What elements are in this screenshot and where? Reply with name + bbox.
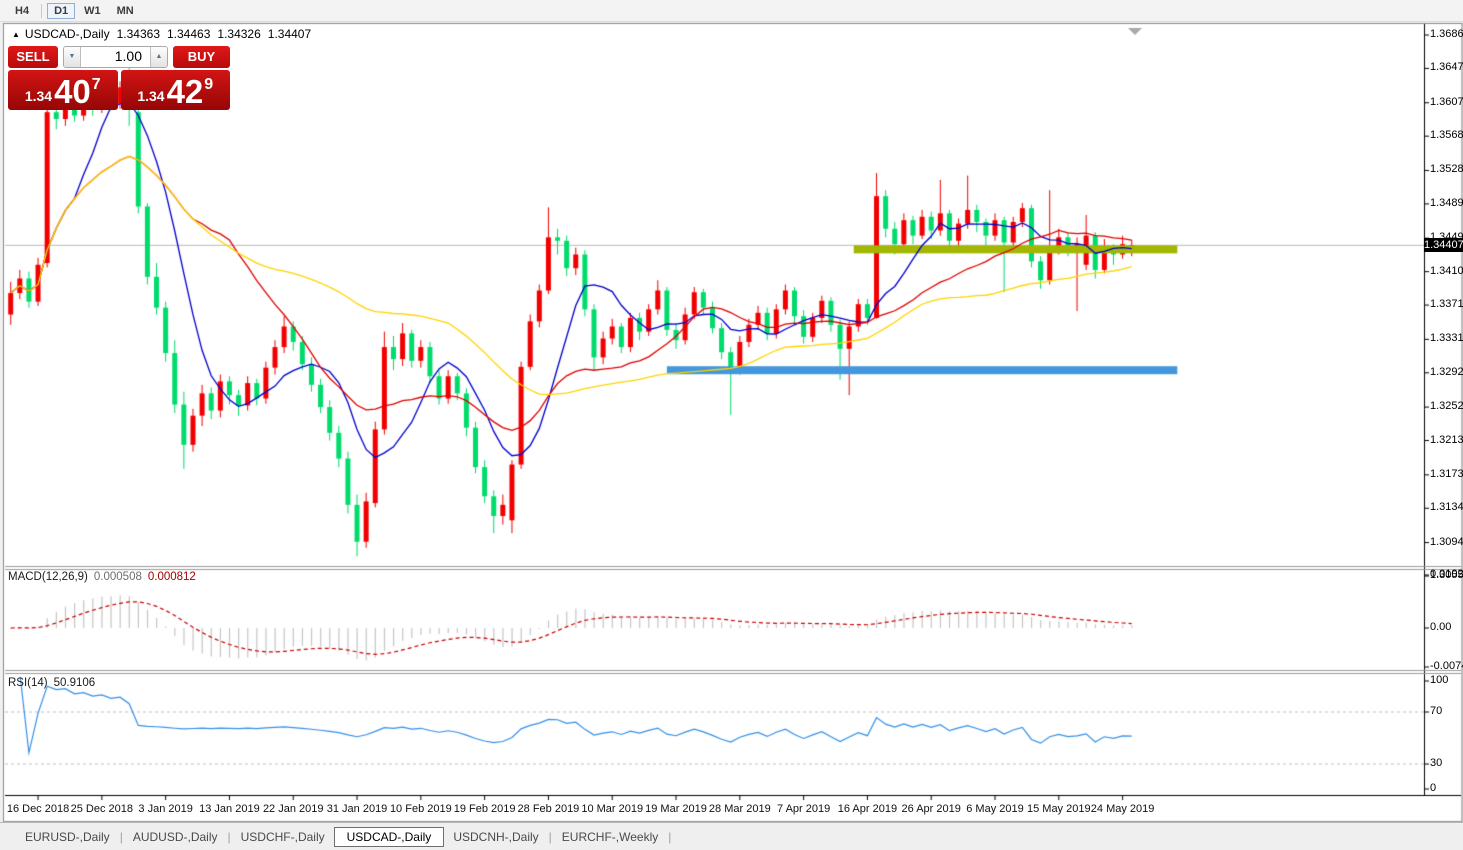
- price-tick-label: 1.36860: [1430, 28, 1463, 40]
- price-tick-label: 1.35280: [1430, 163, 1463, 175]
- tab-separator: |: [120, 830, 123, 844]
- volume-input[interactable]: 1.00: [81, 47, 150, 67]
- buy-button[interactable]: BUY: [173, 46, 230, 68]
- sell-button[interactable]: SELL: [8, 46, 58, 68]
- tab-usdchf-daily[interactable]: USDCHF-,Daily: [232, 827, 334, 847]
- sell-price-display[interactable]: 1.34 40 7: [8, 70, 118, 110]
- price-tick-label: 1.36470: [1430, 61, 1463, 73]
- price-tick-label: 1.31340: [1430, 501, 1463, 513]
- buy-price-prefix: 1.34: [137, 88, 164, 104]
- toolbar-divider: [41, 4, 42, 18]
- buy-price-display[interactable]: 1.34 42 9: [121, 70, 231, 110]
- chart-header: ▲ USDCAD-,Daily 1.34363 1.34463 1.34326 1.344…: [12, 27, 311, 41]
- date-label: 25 Dec 2018: [66, 803, 138, 815]
- tab-usdcnh-daily[interactable]: USDCNH-,Daily: [444, 827, 547, 847]
- timeframe-mn-button[interactable]: MN: [110, 3, 141, 19]
- macd-tick-label: 0.010229: [1430, 568, 1463, 580]
- sell-price-prefix: 1.34: [25, 88, 52, 104]
- rsi-value: 50.9106: [54, 677, 96, 689]
- date-label: 19 Mar 2019: [640, 803, 712, 815]
- date-label: 28 Mar 2019: [704, 803, 776, 815]
- rsi-tick-label: 100: [1430, 674, 1448, 686]
- price-tick-label: 1.36070: [1430, 96, 1463, 108]
- price-tick-label: 1.32920: [1430, 366, 1463, 378]
- price-tick-label: 1.33310: [1430, 332, 1463, 344]
- tab-separator: |: [549, 830, 552, 844]
- timeframe-h4-button[interactable]: H4: [8, 3, 36, 19]
- quote-low: 1.34326: [217, 27, 260, 41]
- price-tick-label: 1.32520: [1430, 400, 1463, 412]
- tab-separator: |: [228, 830, 231, 844]
- date-label: 28 Feb 2019: [512, 803, 584, 815]
- buy-price-main: 42: [167, 75, 204, 108]
- timeframe-d1-button[interactable]: D1: [47, 3, 75, 19]
- buy-price-pip: 9: [204, 76, 213, 94]
- timeframe-toolbar: H4 D1 W1 MN: [0, 0, 1463, 22]
- price-tick-label: 1.31730: [1430, 468, 1463, 480]
- chart-title: USDCAD-,Daily: [25, 27, 110, 41]
- date-label: 6 May 2019: [959, 803, 1031, 815]
- date-label: 10 Feb 2019: [385, 803, 457, 815]
- date-label: 7 Apr 2019: [768, 803, 840, 815]
- date-label: 16 Apr 2019: [831, 803, 903, 815]
- tab-eurchf-weekly[interactable]: EURCHF-,Weekly: [553, 827, 667, 847]
- rsi-tick-label: 0: [1430, 782, 1436, 794]
- date-label: 16 Dec 2018: [2, 803, 74, 815]
- rsi-tick-label: 70: [1430, 705, 1442, 717]
- price-tick-label: 1.32130: [1430, 434, 1463, 446]
- macd-name: MACD(12,26,9): [8, 571, 88, 583]
- date-label: 24 May 2019: [1087, 803, 1159, 815]
- macd-label: MACD(12,26,9) 0.000508 0.000812: [8, 571, 196, 583]
- macd-tick-label: -0.007477: [1430, 660, 1463, 672]
- macd-value-signal: 0.000812: [148, 571, 196, 583]
- date-label: 10 Mar 2019: [576, 803, 648, 815]
- date-label: 3 Jan 2019: [130, 803, 202, 815]
- volume-decrease-icon[interactable]: ▼: [64, 47, 81, 67]
- current-price-box: 1.34407: [1424, 238, 1463, 252]
- tab-audusd-daily[interactable]: AUDUSD-,Daily: [124, 827, 227, 847]
- timeframe-w1-button[interactable]: W1: [77, 3, 108, 19]
- price-tick-label: 1.35680: [1430, 129, 1463, 141]
- sell-price-pip: 7: [92, 76, 101, 94]
- volume-stepper: ▼ 1.00 ▲: [63, 46, 168, 68]
- date-label: 31 Jan 2019: [321, 803, 393, 815]
- quote-high: 1.34463: [167, 27, 210, 41]
- rsi-tick-label: 30: [1430, 757, 1442, 769]
- macd-value-main: 0.000508: [94, 571, 142, 583]
- tab-usdcad-daily[interactable]: USDCAD-,Daily: [334, 827, 445, 847]
- one-click-trading-panel: SELL ▼ 1.00 ▲ BUY 1.34 40 7 1.34 42 9: [8, 46, 230, 110]
- date-label: 26 Apr 2019: [895, 803, 967, 815]
- date-label: 13 Jan 2019: [193, 803, 265, 815]
- date-label: 19 Feb 2019: [449, 803, 521, 815]
- tab-eurusd-daily[interactable]: EURUSD-,Daily: [16, 827, 119, 847]
- symbol-tab-bar: EURUSD-,Daily | AUDUSD-,Daily | USDCHF-,…: [0, 822, 1463, 850]
- rsi-label: RSI(14) 50.9106: [8, 677, 95, 689]
- date-label: 22 Jan 2019: [257, 803, 329, 815]
- quote-close: 1.34407: [268, 27, 311, 41]
- collapse-icon[interactable]: ▲: [12, 30, 20, 39]
- date-label: 15 May 2019: [1023, 803, 1095, 815]
- rsi-name: RSI(14): [8, 677, 48, 689]
- price-tick-label: 1.33710: [1430, 298, 1463, 310]
- price-tick-label: 1.34100: [1430, 265, 1463, 277]
- price-tick-label: 1.34890: [1430, 197, 1463, 209]
- price-tick-label: 1.30940: [1430, 536, 1463, 548]
- tab-separator: |: [668, 830, 671, 844]
- sell-price-main: 40: [54, 75, 91, 108]
- volume-increase-icon[interactable]: ▲: [150, 47, 167, 67]
- quote-open: 1.34363: [117, 27, 160, 41]
- macd-tick-label: 0.00: [1430, 621, 1451, 633]
- chart-canvas[interactable]: [0, 0, 1463, 850]
